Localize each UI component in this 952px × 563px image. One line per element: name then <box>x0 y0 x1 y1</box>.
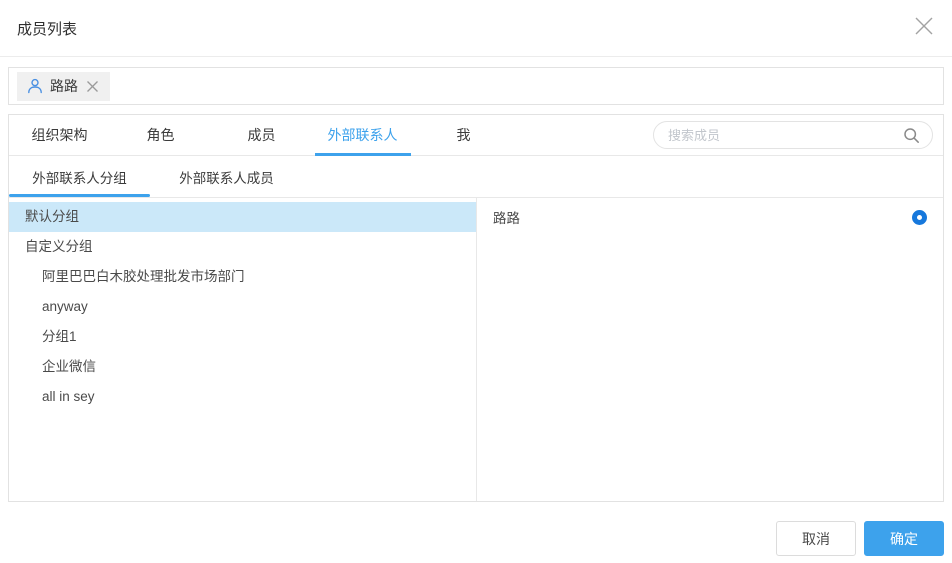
group-row[interactable]: all in sey <box>9 382 476 412</box>
group-row[interactable]: 企业微信 <box>9 352 476 382</box>
tab-organization[interactable]: 组织架构 <box>9 115 110 155</box>
subtab-external-contact-groups[interactable]: 外部联系人分组 <box>9 156 150 197</box>
tabs-row: 组织架构 角色 成员 外部联系人 我 <box>9 115 943 156</box>
close-icon[interactable] <box>911 13 937 39</box>
group-row[interactable]: anyway <box>9 292 476 322</box>
group-list: 默认分组 自定义分组 阿里巴巴白木胶处理批发市场部门 anyway 分组1 企业… <box>9 198 477 501</box>
member-row[interactable]: 路路 <box>477 202 943 232</box>
member-name: 路路 <box>493 211 520 226</box>
member-search-box <box>653 121 933 149</box>
member-tag-label: 路路 <box>50 78 78 94</box>
cancel-button[interactable]: 取消 <box>776 521 856 556</box>
group-row[interactable]: 阿里巴巴白木胶处理批发市场部门 <box>9 262 476 292</box>
radio-selected-icon[interactable] <box>912 209 927 225</box>
tab-member[interactable]: 成员 <box>211 115 312 155</box>
member-pane: 路路 <box>477 198 943 501</box>
dialog-title: 成员列表 <box>17 21 78 38</box>
tabs: 组织架构 角色 成员 外部联系人 我 <box>9 115 514 155</box>
tab-me[interactable]: 我 <box>413 115 514 155</box>
picker-content: 默认分组 自定义分组 阿里巴巴白木胶处理批发市场部门 anyway 分组1 企业… <box>9 198 943 501</box>
group-row-custom[interactable]: 自定义分组 <box>9 232 476 262</box>
header-divider <box>0 56 952 57</box>
person-icon <box>27 78 43 94</box>
confirm-button[interactable]: 确定 <box>864 521 944 556</box>
selected-members-bar: 路路 <box>8 67 944 105</box>
member-picker-panel: 组织架构 角色 成员 外部联系人 我 外部联系人分组 外部联系人成员 默认分组 … <box>8 114 944 502</box>
search-input[interactable] <box>668 127 903 143</box>
tab-role[interactable]: 角色 <box>110 115 211 155</box>
subtabs-row: 外部联系人分组 外部联系人成员 <box>9 156 943 198</box>
search-icon[interactable] <box>903 127 920 144</box>
member-tag[interactable]: 路路 <box>17 71 110 101</box>
group-row-default[interactable]: 默认分组 <box>9 202 476 232</box>
tab-external-contacts[interactable]: 外部联系人 <box>312 115 413 155</box>
group-row[interactable]: 分组1 <box>9 322 476 352</box>
remove-tag-icon[interactable] <box>85 79 100 94</box>
subtab-external-contact-members[interactable]: 外部联系人成员 <box>156 156 297 197</box>
